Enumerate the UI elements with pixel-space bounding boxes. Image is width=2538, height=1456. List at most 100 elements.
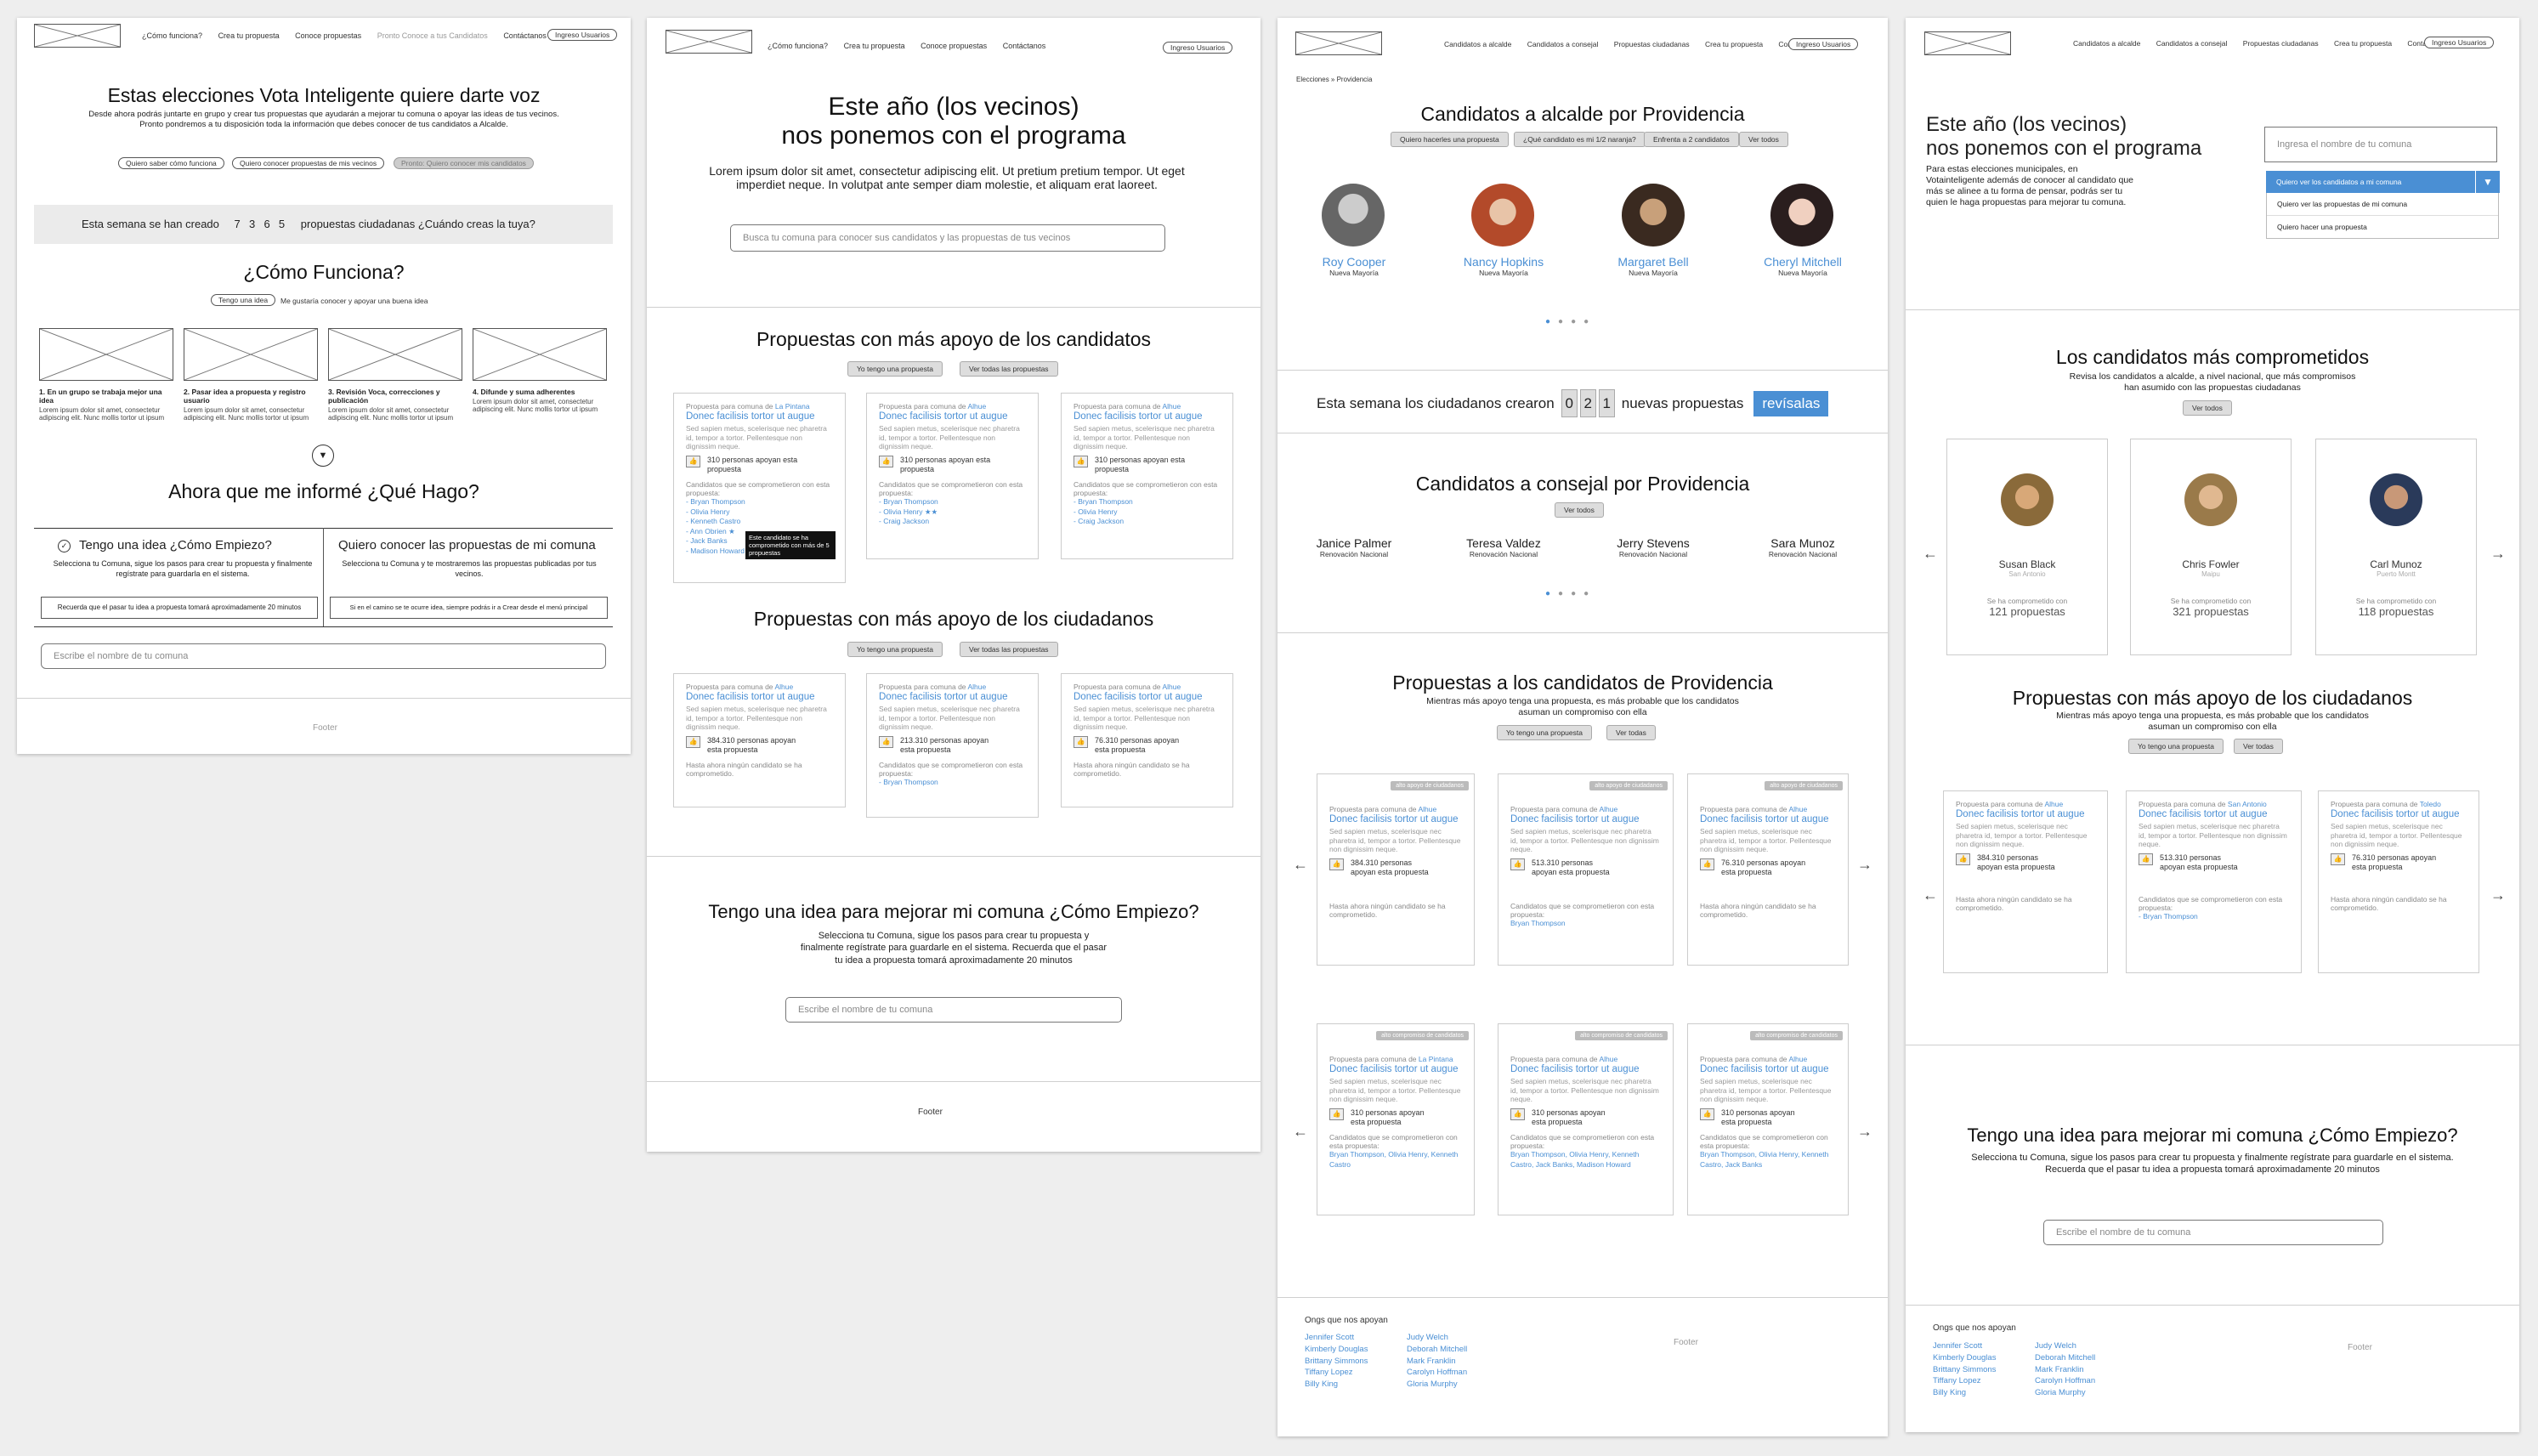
candidate-link[interactable]: - Bryan Thompson [686,497,833,507]
logo-placeholder[interactable] [666,30,752,54]
thumbs-up-icon[interactable]: 👍 [1510,1108,1525,1120]
card-comuna-link[interactable]: Alhue [967,683,986,691]
card-title[interactable]: Donec facilisis tortor ut augue [1329,814,1462,824]
proposal-card[interactable]: alto compromiso de candidatos Propuesta … [1498,1023,1674,1215]
thumbs-up-icon[interactable]: 👍 [2139,853,2153,865]
scroll-down-icon[interactable]: ▼ [312,445,334,467]
candidate-card[interactable]: Nancy Hopkins Nueva Mayoría [1444,255,1563,277]
candidate-link[interactable]: - Craig Jackson [1074,517,1221,526]
avatar[interactable] [1322,184,1385,246]
ngo-link[interactable]: Gloria Murphy [2035,1387,2095,1399]
concejal-card[interactable]: Jerry Stevens Renovación Nacional [1594,536,1713,558]
candidate-link[interactable]: - Olivia Henry [686,507,833,517]
arrow-left-icon[interactable]: ← [1923,887,1938,904]
candidate-link[interactable]: - Bryan Thompson [879,497,1026,507]
ngo-link[interactable]: Billy King [1933,1387,1996,1399]
arrow-right-icon[interactable]: → [2490,545,2506,563]
review-button[interactable]: revísalas [1753,390,1829,416]
nav-item[interactable]: Contáctanos [1003,42,1046,50]
card-title[interactable]: Donec facilisis tortor ut augue [1700,814,1836,824]
nav-item[interactable]: Candidatos a alcalde [1444,40,1511,48]
candidate-link[interactable]: - Kenneth Castro [686,517,833,526]
card-title[interactable]: Donec facilisis tortor ut augue [879,692,1026,702]
card-title[interactable]: Donec facilisis tortor ut augue [1956,809,2095,819]
comuna-input[interactable]: Escribe el nombre de tu comuna [2043,1220,2383,1245]
proposal-card[interactable]: alto compromiso de candidatos Propuesta … [1687,1023,1849,1215]
see-all-button[interactable]: Ver todas [2234,739,2283,754]
have-proposal-button[interactable]: Yo tengo una propuesta [2128,739,2224,754]
card-comuna-link[interactable]: Alhue [1162,402,1181,411]
nav-item[interactable]: ¿Cómo funciona? [768,42,828,50]
breadcrumb-item[interactable]: Elecciones [1296,76,1329,83]
card-comuna-link[interactable]: Alhue [967,402,986,411]
concejal-card[interactable]: Sara Munoz Renovación Nacional [1743,536,1862,558]
avatar[interactable] [1770,184,1833,246]
see-all-button[interactable]: Ver todos [1739,132,1788,147]
proposal-card[interactable]: Propuesta para comuna de Alhue Donec fac… [866,673,1039,818]
ngo-link[interactable]: Kimberly Douglas [1305,1344,1368,1356]
candidate-name[interactable]: Chris Fowler [2143,558,2279,570]
arrow-left-icon[interactable]: ← [1923,545,1938,563]
have-proposal-button[interactable]: Yo tengo una propuesta [847,642,943,657]
card-title[interactable]: Donec facilisis tortor ut augue [1510,814,1661,824]
card-comuna-link[interactable]: Alhue [2044,800,2063,808]
proposal-card[interactable]: alto apoyo de ciudadanos Propuesta para … [1498,773,1674,966]
card-cands-list[interactable]: Bryan Thompson, Olivia Henry, Kenneth Ca… [1510,1150,1661,1170]
proposal-card[interactable]: Propuesta para comuna de Alhue Donec fac… [1061,393,1233,559]
card-comuna-link[interactable]: Alhue [1599,805,1617,813]
nav-item[interactable]: Candidatos a consejal [2156,39,2228,48]
nav-item[interactable]: Crea tu propuesta [844,42,905,50]
nav-item[interactable]: Contáctanos [503,31,547,40]
card-title[interactable]: Donec facilisis tortor ut augue [1074,411,1221,422]
card-cands-list[interactable]: Bryan Thompson, Olivia Henry, Kenneth Ca… [1700,1150,1836,1170]
comuna-search-input[interactable]: Busca tu comuna para conocer sus candida… [730,224,1165,252]
candidate-name[interactable]: Margaret Bell [1594,255,1713,269]
see-all-proposals-button[interactable]: Ver todas las propuestas [960,361,1058,377]
avatar[interactable] [1622,184,1685,246]
avatar[interactable] [2001,473,2054,526]
card-comuna-link[interactable]: La Pintana [1419,1055,1453,1063]
carousel-dots[interactable]: ●●●● [1545,317,1596,326]
card-comuna-link[interactable]: Alhue [774,683,793,691]
thumbs-up-icon[interactable]: 👍 [1329,858,1344,870]
card-comuna-link[interactable]: San Antonio [2228,800,2267,808]
candidate-card[interactable]: Carl Munoz Puerto Montt Se ha comprometi… [2315,439,2477,655]
thumbs-up-icon[interactable]: 👍 [1700,858,1714,870]
thumbs-up-icon[interactable]: 👍 [686,455,700,467]
nav-item[interactable]: Propuestas ciudadanas [2243,39,2319,48]
thumbs-up-icon[interactable]: 👍 [1074,455,1088,467]
proposal-card[interactable]: Propuesta para comuna de Alhue Donec fac… [1061,673,1233,807]
arrow-right-icon[interactable]: → [2490,887,2506,904]
concejal-name[interactable]: Teresa Valdez [1444,536,1563,550]
nav-item[interactable]: Crea tu propuesta [1705,40,1763,48]
login-button[interactable]: Ingreso Usuarios [1788,38,1859,50]
arrow-right-icon[interactable]: → [1857,856,1872,874]
card-cands-list[interactable]: Bryan Thompson [1510,919,1661,928]
chevron-down-icon[interactable]: ▼ [2475,171,2500,193]
dropdown-option[interactable]: Quiero ver las propuestas de mi comuna [2267,193,2498,216]
avatar[interactable] [1471,184,1534,246]
proposal-card[interactable]: Propuesta para comuna de San Antonio Don… [2126,790,2302,973]
ngo-link[interactable]: Jennifer Scott [1305,1332,1368,1344]
avatar[interactable] [2184,473,2237,526]
have-proposal-button[interactable]: Yo tengo una propuesta [847,361,943,377]
ngo-link[interactable]: Deborah Mitchell [1407,1344,1467,1356]
ngo-link[interactable]: Judy Welch [1407,1332,1467,1344]
nav-item[interactable]: Conoce propuestas [921,42,987,50]
card-comuna-link[interactable]: Alhue [1162,683,1181,691]
candidate-name[interactable]: Cheryl Mitchell [1743,255,1862,269]
see-all-proposals-button[interactable]: Ver todas las propuestas [960,642,1058,657]
candidate-link[interactable]: - Olivia Henry [1074,507,1221,517]
dropdown-option[interactable]: Quiero hacer una propuesta [2267,216,2498,238]
card-comuna-link[interactable]: Alhue [1599,1055,1617,1063]
ngo-link[interactable]: Deborah Mitchell [2035,1352,2095,1364]
see-all-button[interactable]: Ver todas [1606,725,1656,740]
make-proposal-button[interactable]: Quiero hacerles una propuesta [1391,132,1509,147]
see-all-button[interactable]: Ver todos [1555,502,1604,518]
concejal-name[interactable]: Jerry Stevens [1594,536,1713,550]
thumbs-up-icon[interactable]: 👍 [1956,853,1970,865]
compare-candidates-button[interactable]: Enfrenta a 2 candidatos [1644,132,1739,147]
candidate-name[interactable]: Roy Cooper [1294,255,1413,269]
candidate-name[interactable]: Susan Black [1959,558,2095,570]
candidate-link[interactable]: - Bryan Thompson [1074,497,1221,507]
